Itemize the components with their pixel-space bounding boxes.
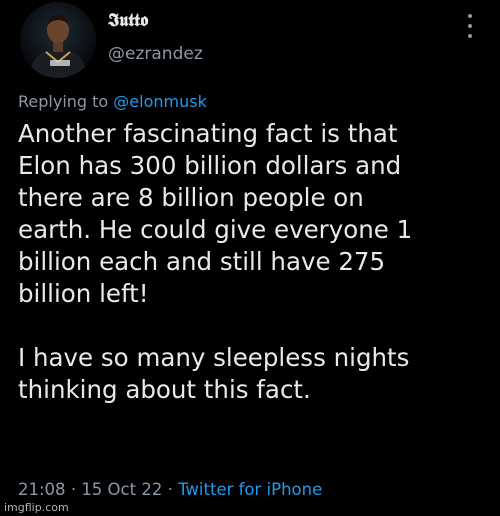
- dot: [468, 24, 472, 28]
- dot: [468, 14, 472, 18]
- display-name[interactable]: 𝕴𝖚𝖙𝖙𝖔: [108, 10, 148, 31]
- imgflip-watermark: imgflip.com: [4, 501, 69, 514]
- tweet-line: Another fascinating fact is that: [18, 119, 398, 148]
- meta-separator: ·: [70, 480, 77, 499]
- tweet-date[interactable]: 15 Oct 22: [81, 480, 162, 499]
- tweet-line: Elon has 300 billion dollars and: [18, 151, 402, 180]
- tweet-source-link[interactable]: Twitter for iPhone: [178, 480, 322, 499]
- replying-to-label: Replying to: [18, 92, 109, 111]
- tweet-line: billion left!: [18, 279, 149, 308]
- replying-to: Replying to @elonmusk: [18, 92, 207, 111]
- handle[interactable]: @ezrandez: [108, 44, 203, 64]
- tweet-line: I have so many sleepless nights: [18, 343, 410, 372]
- avatar[interactable]: [20, 2, 96, 78]
- tweet-line: earth. He could give everyone 1: [18, 215, 413, 244]
- avatar-photo-icon: [20, 2, 96, 78]
- tweet-line: billion each and still have 275: [18, 247, 386, 276]
- tweet-line: there are 8 billion people on: [18, 183, 364, 212]
- tweet-meta: 21:08 · 15 Oct 22 · Twitter for iPhone: [18, 480, 322, 499]
- meta-separator: ·: [167, 480, 173, 499]
- tweet-line: thinking about this fact.: [18, 375, 311, 404]
- more-options-icon[interactable]: [462, 14, 478, 38]
- tweet-time[interactable]: 21:08: [18, 480, 66, 499]
- tweet-text: Another fascinating fact is that Elon ha…: [18, 118, 488, 406]
- reply-mention-link[interactable]: @elonmusk: [113, 92, 207, 111]
- dot: [468, 34, 472, 38]
- tweet: 𝕴𝖚𝖙𝖙𝖔 @ezrandez Replying to @elonmusk An…: [0, 0, 500, 516]
